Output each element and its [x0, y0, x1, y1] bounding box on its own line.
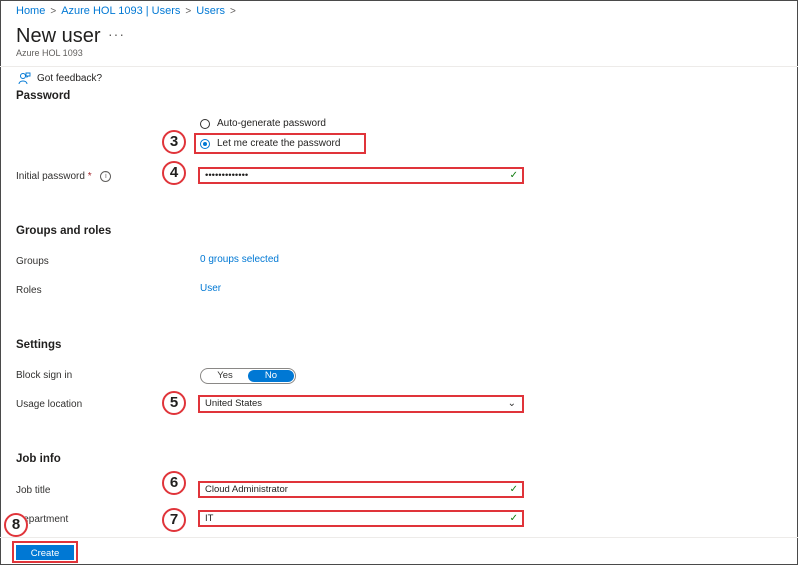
create-button[interactable]: Create — [16, 545, 74, 560]
auto-generate-password-option[interactable]: Auto-generate password — [200, 118, 326, 129]
auto-generate-label: Auto-generate password — [217, 118, 326, 129]
step-marker-7: 7 — [162, 508, 186, 532]
breadcrumb-home[interactable]: Home — [16, 5, 45, 17]
settings-section-title: Settings — [16, 339, 62, 351]
got-feedback-button[interactable]: Got feedback? — [18, 72, 102, 85]
block-sign-in-toggle[interactable]: Yes No — [200, 368, 296, 384]
initial-password-input[interactable]: ••••••••••••• ✓ — [198, 167, 524, 184]
info-icon[interactable]: i — [100, 171, 112, 182]
toggle-no[interactable]: No — [248, 370, 294, 382]
breadcrumb-separator-icon: > — [230, 5, 236, 17]
let-me-create-password-option[interactable]: Let me create the password — [200, 138, 340, 149]
job-title-input[interactable]: Cloud Administrator ✓ — [198, 481, 524, 498]
person-feedback-icon — [18, 72, 31, 85]
radio-unselected-icon[interactable] — [200, 118, 210, 129]
toolbar-divider — [0, 66, 798, 67]
required-asterisk: * — [87, 171, 92, 183]
step-marker-4: 4 — [162, 161, 186, 185]
block-sign-in-label: Block sign in — [16, 370, 73, 381]
initial-password-label: Initial password * i — [16, 171, 112, 183]
usage-location-label: Usage location — [16, 399, 83, 410]
let-me-create-label: Let me create the password — [217, 138, 341, 149]
password-value: ••••••••••••• — [205, 170, 249, 181]
step-marker-6: 6 — [162, 471, 186, 495]
initial-password-label-text: Initial password — [16, 171, 85, 183]
page-title: New user — [16, 25, 101, 47]
feedback-label: Got feedback? — [37, 73, 103, 84]
checkmark-icon: ✓ — [509, 513, 518, 524]
job-info-section-title: Job info — [16, 453, 61, 465]
department-value: IT — [205, 513, 214, 524]
roles-label: Roles — [16, 285, 42, 296]
password-section-title: Password — [16, 90, 71, 102]
step-marker-8: 8 — [4, 513, 28, 537]
groups-label: Groups — [16, 256, 49, 267]
breadcrumb-users[interactable]: Users — [196, 5, 225, 17]
chevron-down-icon: ⌄ — [507, 398, 516, 409]
checkmark-icon: ✓ — [509, 170, 518, 181]
usage-location-value: United States — [205, 398, 263, 409]
footer-divider — [0, 537, 798, 538]
step-marker-5: 5 — [162, 391, 186, 415]
roles-link[interactable]: User — [200, 283, 221, 294]
more-options-button[interactable]: ··· — [108, 26, 125, 42]
page-subtitle: Azure HOL 1093 — [16, 48, 83, 58]
checkmark-icon: ✓ — [509, 484, 518, 495]
usage-location-dropdown[interactable]: United States ⌄ — [198, 395, 524, 413]
breadcrumb-separator-icon: > — [50, 5, 57, 17]
breadcrumb-users-blade[interactable]: Azure HOL 1093 | Users — [61, 5, 180, 17]
radio-selected-icon[interactable] — [200, 138, 210, 149]
step-marker-3: 3 — [162, 130, 186, 154]
breadcrumb: Home > Azure HOL 1093 | Users > Users > — [16, 5, 236, 17]
toggle-yes[interactable]: Yes — [202, 370, 248, 382]
job-title-value: Cloud Administrator — [205, 484, 288, 495]
groups-roles-section-title: Groups and roles — [16, 225, 112, 237]
breadcrumb-separator-icon: > — [185, 5, 192, 17]
groups-selected-link[interactable]: 0 groups selected — [200, 254, 279, 265]
department-input[interactable]: IT ✓ — [198, 510, 524, 527]
job-title-label: Job title — [16, 485, 51, 496]
